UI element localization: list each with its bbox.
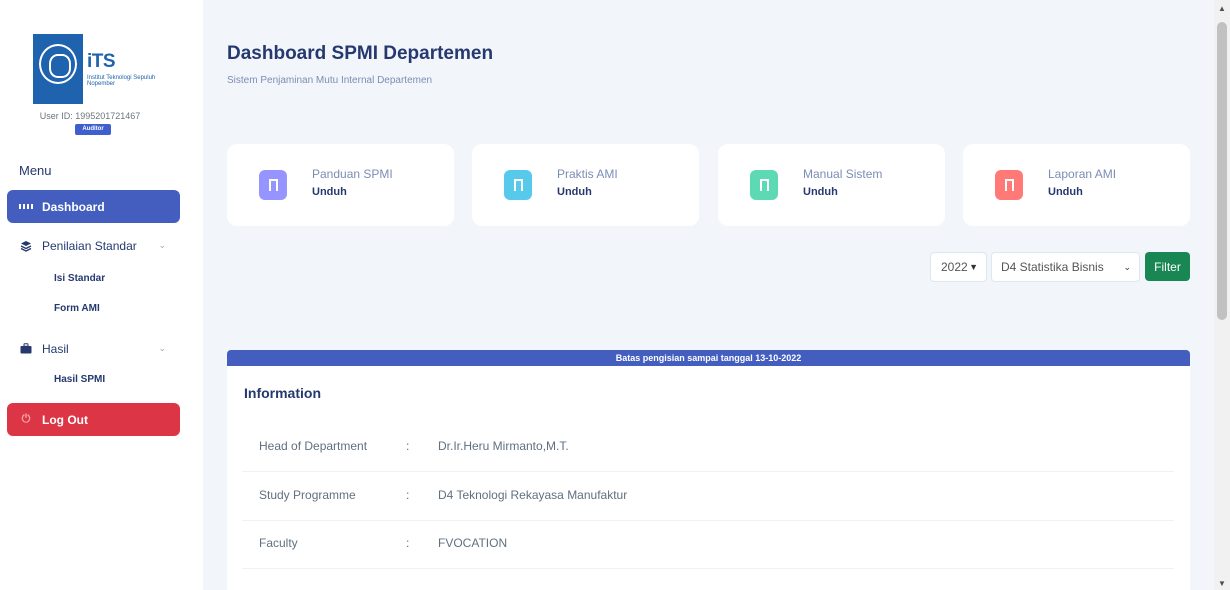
page-scrollbar[interactable]: ▲ ▼ (1214, 0, 1230, 590)
info-colon: : (406, 536, 410, 550)
info-key: Faculty (259, 536, 298, 550)
sidebar-subitem-form-ami[interactable]: Form AMI (54, 303, 100, 314)
page-title: Dashboard SPMI Departemen (227, 43, 494, 64)
sidebar-subitem-hasil-spmi[interactable]: Hasil SPMI (54, 374, 105, 385)
menu-title: Menu (19, 163, 52, 178)
logout-button[interactable]: ⏻ Log Out (7, 403, 180, 436)
grid-icon (19, 200, 33, 214)
bookmark-icon (504, 170, 532, 200)
card-title: Manual Sistem (803, 167, 883, 181)
bookmark-icon (750, 170, 778, 200)
page-subtitle: Sistem Penjaminan Mutu Internal Departem… (227, 75, 433, 86)
info-value: D4 Teknologi Rekayasa Manufaktur (438, 488, 628, 502)
scroll-down-icon[interactable]: ▼ (1218, 579, 1226, 588)
information-title: Information (244, 385, 321, 401)
sidebar-item-label: Dashboard (42, 199, 105, 214)
sidebar: iTS Institut Teknologi Sepuluh Nopember … (0, 0, 203, 590)
info-key: Study Programme (259, 488, 356, 502)
download-link[interactable]: Unduh (312, 186, 347, 198)
scroll-thumb[interactable] (1217, 22, 1227, 320)
program-select-value: D4 Statistika Bisnis (1001, 260, 1104, 274)
chevron-down-icon: ⌄ (158, 343, 166, 353)
year-select[interactable]: 2022 ▼ (930, 252, 987, 282)
card-panduan-spmi: Panduan SPMI Unduh (227, 144, 454, 226)
sidebar-item-penilaian-standar[interactable]: Penilaian Standar ⌄ (7, 229, 180, 262)
information-card: Information Head of Department : Dr.Ir.H… (227, 366, 1190, 590)
sidebar-item-dashboard[interactable]: Dashboard (7, 190, 180, 223)
seal-icon (39, 44, 77, 84)
card-title: Praktis AMI (557, 167, 618, 181)
card-title: Panduan SPMI (312, 167, 393, 181)
chevron-down-icon: ⌄ (1123, 261, 1131, 272)
info-row: Faculty : FVOCATION (242, 521, 1174, 569)
bookmark-icon (995, 170, 1023, 200)
info-colon: : (406, 488, 410, 502)
user-id: User ID: 1995201721467 (39, 111, 141, 121)
download-link[interactable]: Unduh (803, 186, 838, 198)
logo-subtitle: Institut Teknologi Sepuluh Nopember (87, 75, 156, 87)
info-key: Head of Department (259, 439, 368, 453)
download-link[interactable]: Unduh (1048, 186, 1083, 198)
chevron-down-icon: ▼ (969, 262, 978, 272)
logout-label: Log Out (42, 412, 88, 427)
card-title: Laporan AMI (1048, 167, 1117, 181)
bookmark-icon (259, 170, 287, 200)
card-manual-sistem: Manual Sistem Unduh (718, 144, 945, 226)
info-value: Dr.Ir.Heru Mirmanto,M.T. (438, 439, 569, 453)
scroll-up-icon[interactable]: ▲ (1218, 4, 1226, 13)
info-colon: : (406, 439, 410, 453)
role-badge: Auditor (75, 124, 111, 135)
program-select[interactable]: D4 Statistika Bisnis ⌄ (991, 252, 1140, 282)
layers-icon (19, 239, 33, 253)
info-row: Head of Department : Dr.Ir.Heru Mirmanto… (242, 424, 1174, 472)
chevron-down-icon: ⌄ (158, 240, 166, 250)
logo-text: iTS (87, 51, 116, 72)
filter-button[interactable]: Filter (1145, 252, 1190, 281)
sidebar-item-label: Penilaian Standar (42, 238, 137, 253)
sidebar-item-hasil[interactable]: Hasil ⌄ (7, 332, 180, 365)
sidebar-subitem-isi-standar[interactable]: Isi Standar (54, 273, 105, 284)
deadline-banner: Batas pengisian sampai tanggal 13-10-202… (227, 350, 1190, 366)
info-value: FVOCATION (438, 536, 508, 550)
info-row: Study Programme : D4 Teknologi Rekayasa … (242, 473, 1174, 521)
power-icon: ⏻ (21, 413, 31, 425)
briefcase-icon (19, 342, 33, 356)
card-praktis-ami: Praktis AMI Unduh (472, 144, 699, 226)
download-link[interactable]: Unduh (557, 186, 592, 198)
logo-emblem (33, 34, 83, 104)
year-select-value: 2022 (941, 260, 968, 274)
sidebar-item-label: Hasil (42, 341, 69, 356)
its-logo: iTS Institut Teknologi Sepuluh Nopember (33, 34, 158, 104)
card-laporan-ami: Laporan AMI Unduh (963, 144, 1190, 226)
